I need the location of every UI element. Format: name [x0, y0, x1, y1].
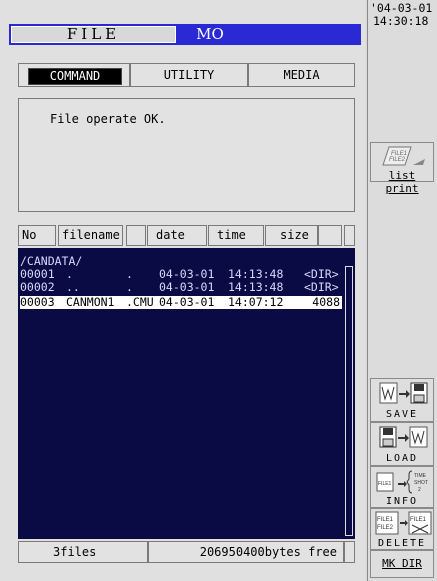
column-filename[interactable]: filename [58, 225, 123, 246]
tab-utility[interactable]: UTILITY [130, 63, 248, 87]
list-print-button[interactable]: FILE1 FILE2 list print [370, 142, 434, 195]
file-info-icon: FILE1 TIME SHOT 2 [376, 470, 428, 494]
mkdir-label: MK DIR [382, 557, 422, 570]
info-button[interactable]: FILE1 TIME SHOT 2 INFO [370, 466, 434, 508]
svg-text:SHOT: SHOT [414, 480, 428, 486]
free-space: 206950400bytes free [148, 541, 344, 563]
column-spacer-3 [344, 225, 355, 246]
svg-text:FILE1: FILE1 [377, 517, 394, 523]
info-label: INFO [385, 496, 419, 507]
clock: '04-03-01 14:30:18 [370, 2, 436, 28]
list-item-selected[interactable]: 00003 CANMON1 .CMU 04-03-01 14:07:12 408… [20, 296, 342, 309]
delete-button[interactable]: FILE1 FILE2 FILE1 DELETE [370, 508, 434, 550]
svg-text:FILE1: FILE1 [378, 481, 392, 487]
svg-text:FILE2: FILE2 [377, 525, 394, 531]
tab-media[interactable]: MEDIA [248, 63, 355, 87]
load-button[interactable]: LOAD [370, 422, 434, 466]
delete-label: DELETE [377, 538, 427, 549]
clock-time: 14:30:18 [373, 14, 429, 28]
row-date: 04-03-01 [159, 295, 215, 309]
row-no: 00003 [20, 295, 55, 309]
row-time: 14:13:48 [228, 280, 284, 294]
row-no: 00002 [20, 280, 55, 294]
list-scrollbar[interactable] [345, 266, 353, 536]
svg-text:TIME: TIME [414, 473, 427, 479]
file-list-header: No filename date time size [18, 225, 355, 247]
status-message: File operate OK. [50, 112, 166, 126]
file-list-icon: FILE1 FILE2 [382, 146, 425, 166]
row-time: 14:07:12 [228, 295, 284, 309]
svg-text:FILE1: FILE1 [410, 517, 427, 523]
svg-text:2: 2 [418, 487, 421, 493]
file-count: 3files [18, 541, 148, 563]
load-icon [379, 426, 428, 448]
mkdir-button[interactable]: MK DIR [370, 550, 434, 578]
save-button[interactable]: SAVE [370, 378, 434, 422]
row-date: 04-03-01 [159, 280, 215, 294]
load-label: LOAD [385, 453, 419, 464]
save-label: SAVE [385, 409, 419, 420]
column-no[interactable]: No [18, 225, 56, 246]
list-print-label: list print [385, 169, 419, 195]
file-delete-icon: FILE1 FILE2 FILE1 [375, 511, 432, 535]
row-name: CANMON1 [66, 295, 115, 309]
tab-command[interactable]: COMMAND [18, 63, 130, 87]
row-name: .. [66, 280, 80, 294]
column-size[interactable]: size [265, 225, 318, 246]
svg-text:FILE2: FILE2 [389, 157, 406, 163]
row-ext: . [126, 280, 133, 294]
column-spacer [126, 225, 146, 246]
row-ext: .CMU [126, 295, 154, 309]
file-title: FILE [11, 26, 176, 43]
media-title: MO [196, 25, 224, 43]
column-spacer-2 [318, 225, 342, 246]
row-size: <DIR> [304, 280, 339, 294]
row-size: 4088 [312, 295, 340, 309]
save-icon [379, 382, 428, 404]
footer-spacer [344, 541, 355, 563]
tab-command-label: COMMAND [28, 68, 122, 85]
list-item[interactable]: 00002 .. . 04-03-01 14:13:48 <DIR> [20, 281, 342, 294]
column-date[interactable]: date [147, 225, 207, 246]
column-time[interactable]: time [208, 225, 264, 246]
